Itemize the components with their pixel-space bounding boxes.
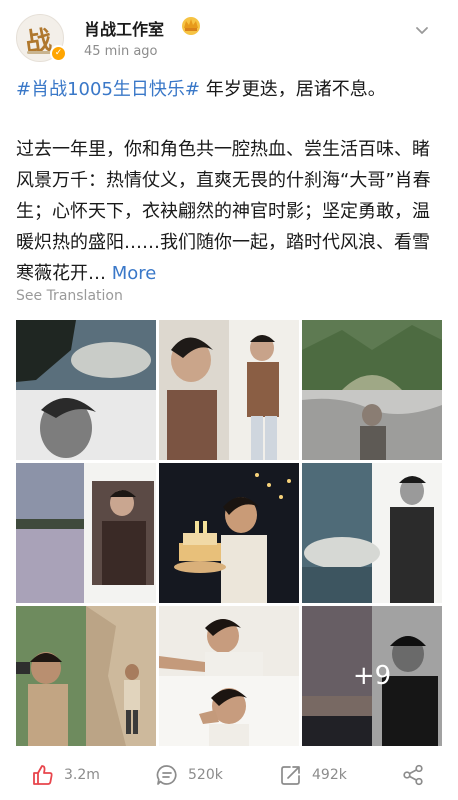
comment-button[interactable]: 520k	[156, 762, 223, 788]
see-translation-link[interactable]: See Translation	[16, 288, 123, 304]
repost-icon	[281, 766, 300, 785]
post-body-text: 过去一年里，你和角色共一腔热血、尝生活百味、睹风景万千：热情仗义，直爽无畏的什刹…	[16, 139, 431, 284]
post-text: #肖战1005生日快乐# 年岁更迭，居诸不息。 过去一年里，你和角色共一腔热血、…	[16, 74, 442, 289]
photo-3[interactable]	[302, 320, 442, 460]
like-button[interactable]: 3.2m	[32, 762, 100, 788]
account-name[interactable]: 肖战工作室	[84, 16, 164, 40]
comment-icon	[156, 765, 177, 785]
hashtag-link[interactable]: #肖战1005生日快乐#	[16, 79, 200, 100]
post-body: 过去一年里，你和角色共一腔热血、尝生活百味、睹风景万千：热情仗义，直爽无畏的什刹…	[16, 134, 442, 289]
photo-5[interactable]	[159, 463, 299, 603]
verified-icon: ✓	[50, 45, 67, 62]
action-bar: 3.2m 520k 492k	[0, 752, 458, 800]
like-count: 3.2m	[64, 767, 100, 783]
photo-1[interactable]	[16, 320, 156, 460]
post-time: 45 min ago	[84, 44, 158, 59]
photo-2[interactable]	[159, 320, 299, 460]
photo-8[interactable]	[159, 606, 299, 746]
crown-icon	[182, 17, 200, 35]
post-headline: #肖战1005生日快乐# 年岁更迭，居诸不息。	[16, 74, 442, 105]
chevron-down-icon[interactable]	[414, 22, 430, 38]
like-icon	[33, 765, 53, 785]
post-header: 战 ✓ 肖战工作室 45 min ago	[0, 0, 458, 64]
photo-grid: +9	[16, 320, 442, 746]
photo-6[interactable]	[302, 463, 442, 603]
repost-count: 492k	[312, 767, 347, 783]
photo-4[interactable]	[16, 463, 156, 603]
photo-9[interactable]: +9	[302, 606, 442, 746]
more-photos-count[interactable]: +9	[302, 606, 442, 746]
share-button[interactable]	[402, 762, 424, 788]
repost-button[interactable]: 492k	[280, 762, 347, 788]
share-icon	[403, 764, 423, 786]
headline-text: 年岁更迭，居诸不息。	[199, 79, 386, 100]
comment-count: 520k	[188, 767, 223, 783]
photo-7[interactable]	[16, 606, 156, 746]
more-link[interactable]: More	[112, 263, 157, 284]
